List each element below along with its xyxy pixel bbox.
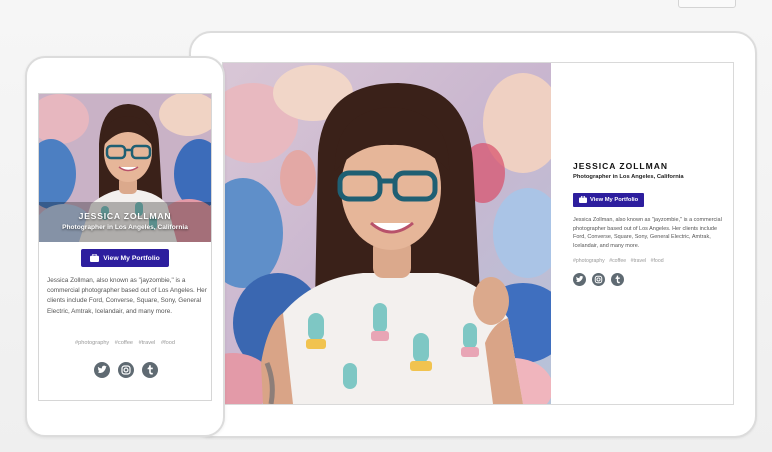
twitter-icon[interactable] <box>94 362 110 378</box>
view-portfolio-button[interactable]: View My Portfolio <box>573 192 645 207</box>
tag-link[interactable]: #food <box>651 258 664 264</box>
top-edge-tab <box>678 0 736 8</box>
tag-link[interactable]: #photography <box>75 340 109 346</box>
briefcase-icon <box>90 254 100 262</box>
tablet-device: JESSICA ZOLLMAN Photographer in Los Ange… <box>189 31 757 438</box>
tumblr-icon[interactable] <box>611 273 624 287</box>
profile-subtitle: Photographer in Los Angeles, California <box>62 224 188 231</box>
profile-bio: Jessica Zollman, also known as "jayzombi… <box>573 217 722 249</box>
instagram-icon[interactable] <box>118 362 134 378</box>
profile-name: JESSICA ZOLLMAN <box>573 161 668 171</box>
view-portfolio-label: View My Portfolio <box>103 254 160 262</box>
profile-bio: Jessica Zollman, also known as "jayzombi… <box>47 277 207 315</box>
tag-link[interactable]: #photography <box>573 258 605 264</box>
tag-link[interactable]: #coffee <box>115 340 133 346</box>
profile-name: JESSICA ZOLLMAN <box>78 211 172 221</box>
instagram-icon[interactable] <box>592 273 605 287</box>
tag-link[interactable]: #food <box>161 340 175 346</box>
tumblr-icon[interactable] <box>142 362 158 378</box>
profile-tags: #photography #coffee #travel #food <box>39 340 211 346</box>
tag-link[interactable]: #travel <box>139 340 156 346</box>
twitter-icon[interactable] <box>573 273 586 287</box>
view-portfolio-label: View My Portfolio <box>590 196 639 203</box>
tablet-profile-info: JESSICA ZOLLMAN Photographer in Los Ange… <box>573 161 723 287</box>
phone-screen: JESSICA ZOLLMAN Photographer in Los Ange… <box>38 93 212 401</box>
tag-link[interactable]: #coffee <box>609 258 626 264</box>
phone-device: JESSICA ZOLLMAN Photographer in Los Ange… <box>25 56 225 437</box>
profile-photo-large <box>223 63 551 404</box>
view-portfolio-button[interactable]: View My Portfolio <box>81 249 169 267</box>
tablet-screen: JESSICA ZOLLMAN Photographer in Los Ange… <box>222 62 734 405</box>
social-links <box>94 362 158 378</box>
profile-photo-art <box>223 63 551 404</box>
profile-tags: #photography #coffee #travel #food <box>573 258 723 264</box>
profile-subtitle: Photographer in Los Angeles, California <box>573 174 684 180</box>
social-links <box>573 273 723 287</box>
briefcase-icon <box>579 196 587 203</box>
tag-link[interactable]: #travel <box>631 258 647 264</box>
